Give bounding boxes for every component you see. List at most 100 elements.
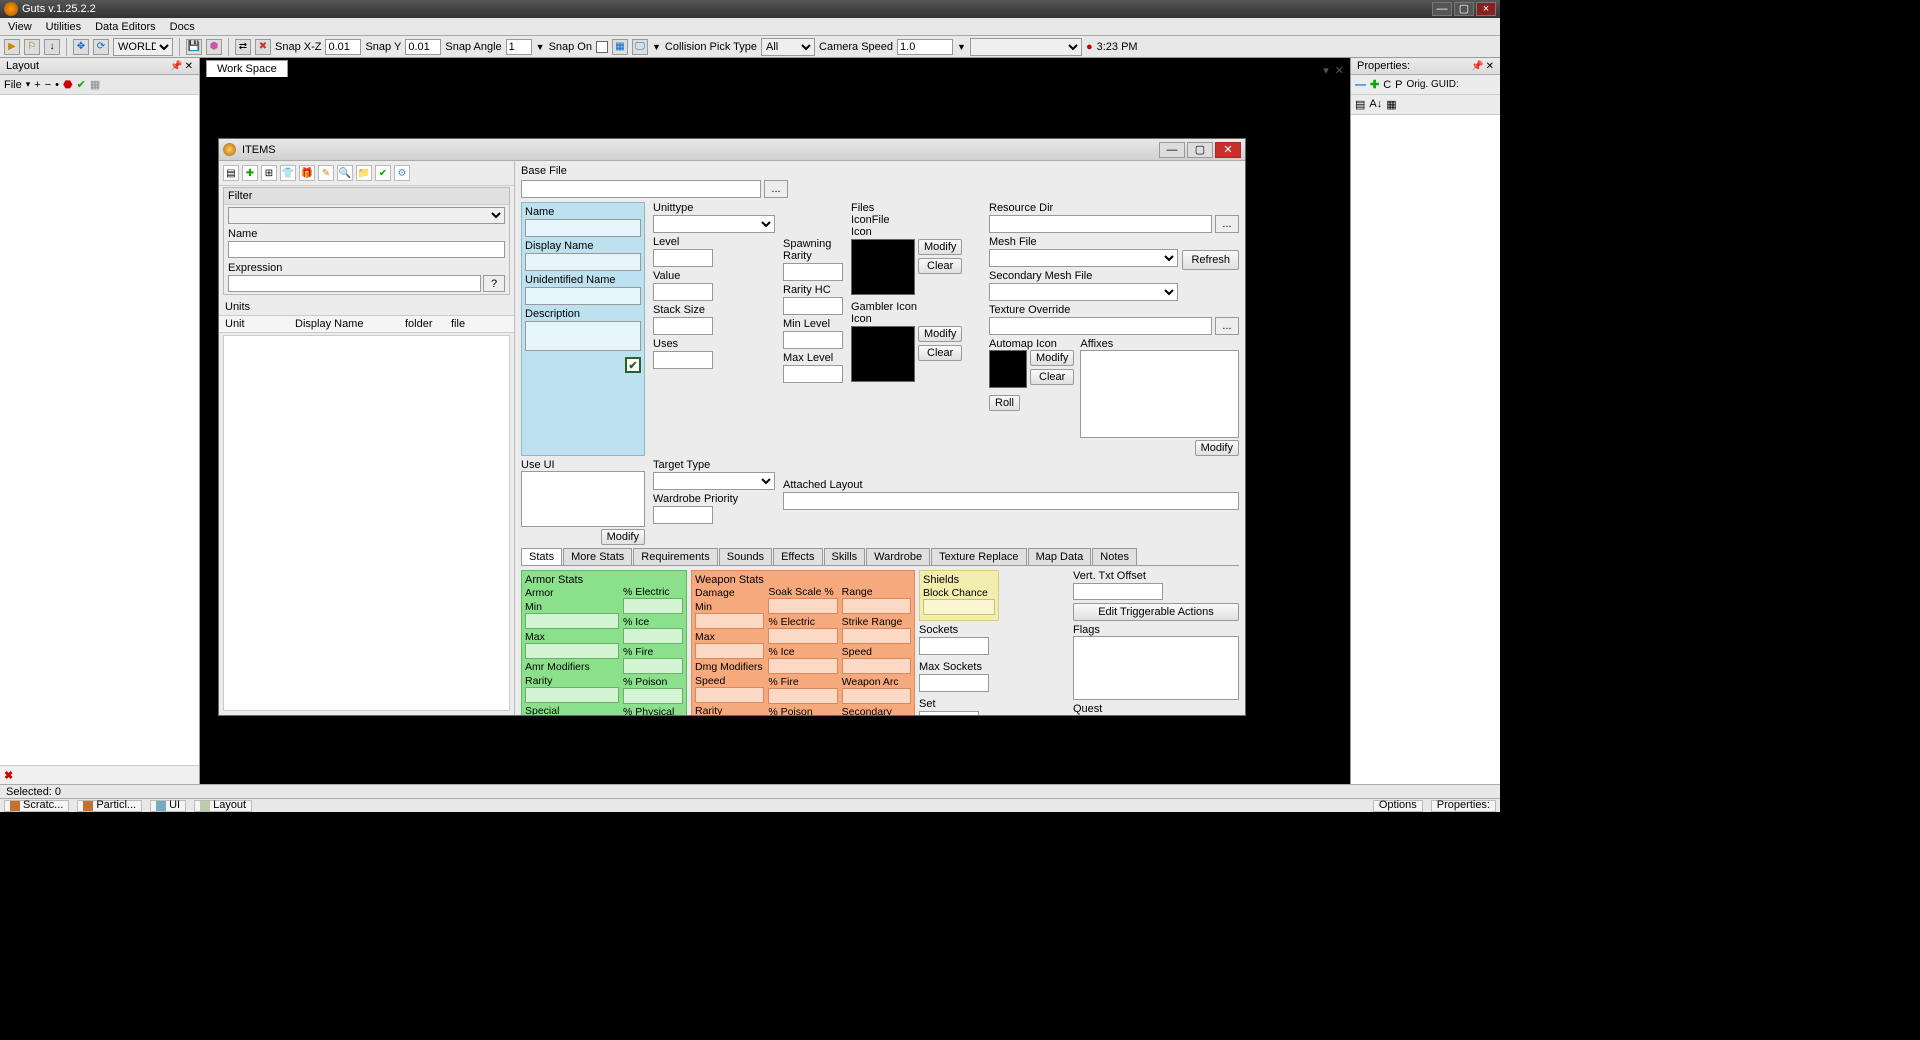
flags-box[interactable] (1073, 636, 1239, 700)
ws-dropdown-icon[interactable]: ▾ (1323, 64, 1329, 77)
flag-icon[interactable]: ⚐ (24, 39, 40, 55)
add-icon[interactable]: ✚ (242, 165, 258, 181)
tab-more-stats[interactable]: More Stats (563, 548, 632, 565)
w-speed2[interactable] (842, 658, 911, 674)
tab-wardrobe[interactable]: Wardrobe (866, 548, 930, 565)
items-maximize[interactable]: ▢ (1187, 142, 1213, 158)
affixes-modify[interactable]: Modify (1195, 440, 1239, 456)
close-button[interactable]: × (1476, 2, 1496, 16)
icon-modify-button[interactable]: Modify (918, 239, 962, 255)
menu-utilities[interactable]: Utilities (46, 21, 81, 33)
ws-close-icon[interactable]: ✕ (1335, 64, 1344, 77)
vert-offset[interactable] (1073, 583, 1163, 600)
desc-input[interactable] (525, 321, 641, 351)
file-menu[interactable]: File (4, 79, 22, 91)
items-close[interactable]: ✕ (1215, 142, 1241, 158)
snap-xz-input[interactable] (325, 39, 361, 55)
tab-effects[interactable]: Effects (773, 548, 822, 565)
menu-docs[interactable]: Docs (170, 21, 195, 33)
move-icon[interactable]: ✥ (73, 39, 89, 55)
refresh-button[interactable]: Refresh (1182, 250, 1239, 270)
automap-modify[interactable]: Modify (1030, 350, 1074, 366)
tab-skills[interactable]: Skills (824, 548, 866, 565)
menu-data-editors[interactable]: Data Editors (95, 21, 156, 33)
snap-y-input[interactable] (405, 39, 441, 55)
check-icon[interactable]: ✔ (77, 78, 86, 91)
gambler-clear-button[interactable]: Clear (918, 345, 962, 361)
expr-help-button[interactable]: ? (483, 275, 505, 292)
tool-icon[interactable]: ⬢ (206, 39, 222, 55)
unittype-select[interactable] (653, 215, 775, 233)
items-minimize[interactable]: — (1159, 142, 1185, 158)
menu-view[interactable]: View (8, 21, 32, 33)
automap-clear[interactable]: Clear (1030, 369, 1074, 385)
filter-select[interactable] (228, 207, 505, 224)
tab-requirements[interactable]: Requirements (633, 548, 717, 565)
close-icon[interactable]: ✕ (185, 61, 193, 72)
value-input[interactable] (653, 283, 713, 301)
armor-max[interactable] (525, 643, 619, 659)
dmg-max[interactable] (695, 643, 764, 659)
play-icon[interactable]: ▶ (4, 39, 20, 55)
uses-input[interactable] (653, 351, 713, 369)
col-folder[interactable]: folder (405, 318, 451, 330)
target-type-select[interactable] (653, 472, 775, 490)
sec-mesh-select[interactable] (989, 283, 1178, 301)
taskbar-layout[interactable]: Layout (194, 800, 252, 812)
resource-dir-input[interactable] (989, 215, 1212, 233)
sockets[interactable] (919, 637, 989, 655)
taskbar-properties[interactable]: Properties: (1431, 800, 1496, 812)
monitor-icon[interactable]: 🖵 (632, 39, 648, 55)
armor-fire[interactable] (623, 658, 683, 674)
texture-browse[interactable]: ... (1215, 317, 1239, 335)
prop-minus-icon[interactable]: — (1355, 79, 1366, 91)
armor-poison[interactable] (623, 688, 683, 704)
max-level-input[interactable] (783, 365, 843, 383)
edit-icon[interactable]: ✎ (318, 165, 334, 181)
delete-x-icon[interactable]: ✖ (0, 765, 199, 785)
snap-on-checkbox[interactable] (596, 41, 608, 53)
armor-min[interactable] (525, 613, 619, 629)
min-level-input[interactable] (783, 331, 843, 349)
categorize-icon[interactable]: ▤ (1355, 98, 1365, 111)
resource-browse[interactable]: ... (1215, 215, 1239, 233)
minus-icon[interactable]: − (45, 79, 51, 91)
attached-layout-input[interactable] (783, 492, 1239, 510)
plus-icon[interactable]: + (34, 79, 40, 91)
stop-icon[interactable]: ⬣ (63, 78, 73, 91)
gear-icon[interactable]: ⚙ (394, 165, 410, 181)
collision-select[interactable]: All (761, 38, 815, 56)
block-chance[interactable] (923, 599, 995, 615)
delete-icon[interactable]: ✖ (255, 39, 271, 55)
w-range[interactable] (842, 598, 911, 614)
w-elec[interactable] (768, 628, 837, 644)
name-input[interactable] (525, 219, 641, 237)
w-strike[interactable] (842, 628, 911, 644)
texture-override-input[interactable] (989, 317, 1212, 335)
mesh-select[interactable] (989, 249, 1178, 267)
taskbar-ui[interactable]: UI (150, 800, 186, 812)
level-input[interactable] (653, 249, 713, 267)
camera-input[interactable] (897, 39, 953, 55)
filter-name-input[interactable] (228, 241, 505, 258)
spawn-rarity-input[interactable] (783, 263, 843, 281)
roll-button[interactable]: Roll (989, 395, 1020, 411)
col-display[interactable]: Display Name (295, 318, 405, 330)
rotate-icon[interactable]: ⟳ (93, 39, 109, 55)
taskbar-scratch[interactable]: Scratc... (4, 800, 69, 812)
soak[interactable] (768, 598, 837, 614)
minimize-button[interactable]: — (1432, 2, 1452, 16)
taskbar-options[interactable]: Options (1373, 800, 1423, 812)
rarity-hc-input[interactable] (783, 297, 843, 315)
close-icon[interactable]: ✕ (1486, 61, 1494, 72)
prop-p-button[interactable]: P (1395, 79, 1402, 91)
armor-ice[interactable] (623, 628, 683, 644)
save-icon[interactable]: 💾 (186, 39, 202, 55)
search-icon[interactable]: 🔍 (337, 165, 353, 181)
maximize-button[interactable]: ▢ (1454, 2, 1474, 16)
icon-clear-button[interactable]: Clear (918, 258, 962, 274)
prop-c-button[interactable]: C (1383, 79, 1391, 91)
world-select[interactable]: WORLD (113, 38, 173, 56)
prop-plus-icon[interactable]: ✚ (1370, 78, 1379, 91)
stack-input[interactable] (653, 317, 713, 335)
